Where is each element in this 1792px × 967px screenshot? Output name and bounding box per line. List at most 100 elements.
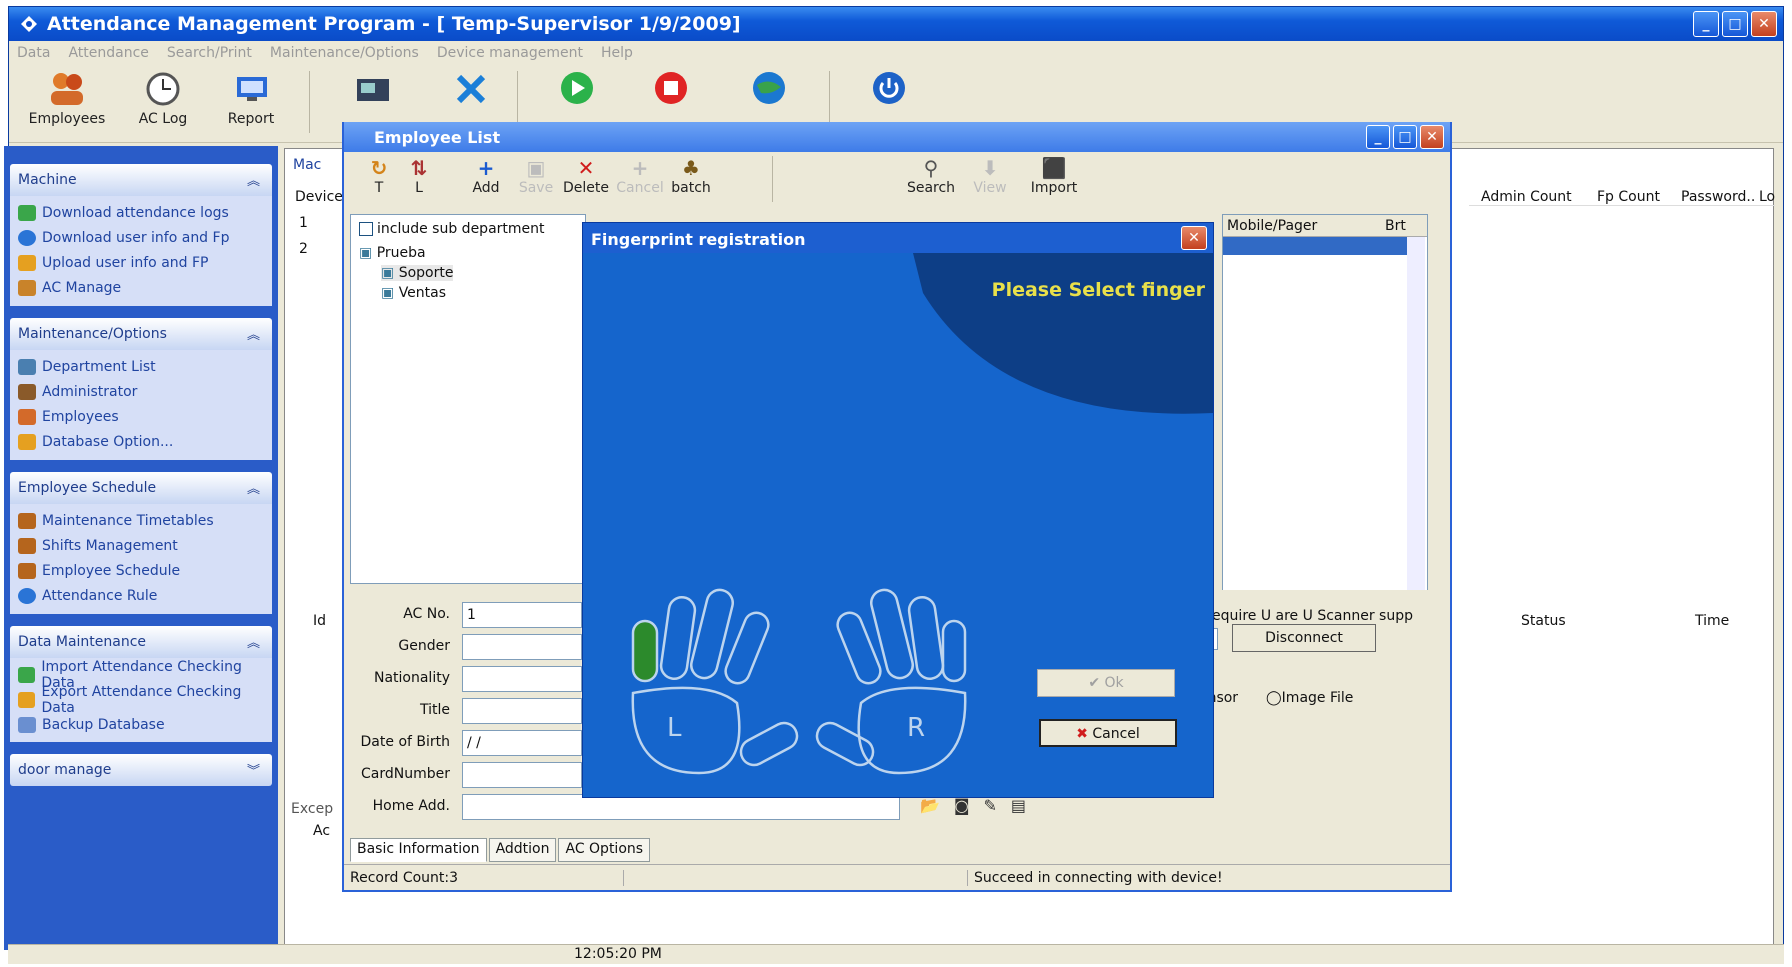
sidebar-header-door[interactable]: door manage ︾ — [10, 754, 272, 786]
menu-attendance[interactable]: Attendance — [68, 45, 148, 61]
minimize-button[interactable]: _ — [1693, 11, 1719, 37]
cancel-button[interactable]: + Cancel — [616, 156, 664, 196]
minimize-button[interactable]: _ — [1366, 125, 1390, 149]
title-field[interactable] — [462, 698, 582, 724]
right-middle-finger[interactable] — [868, 587, 915, 681]
device-row-1[interactable]: 1 — [299, 215, 308, 231]
selected-row[interactable] — [1223, 237, 1407, 255]
sidebar-item-download-user[interactable]: Download user info and Fp — [18, 225, 272, 250]
sync-button[interactable] — [727, 69, 811, 111]
disconnect-button[interactable] — [629, 69, 713, 111]
menu-data[interactable]: Data — [17, 45, 50, 61]
lo-header[interactable]: Lo — [1759, 189, 1775, 205]
sidebar-item-employee-schedule[interactable]: Employee Schedule — [18, 558, 272, 583]
cancel-button[interactable]: ✖ Cancel — [1039, 719, 1177, 747]
search-button[interactable]: ⚲ Search — [902, 156, 960, 196]
image-file-radio[interactable]: ◯Image File — [1266, 690, 1353, 706]
id-column-header[interactable]: Id — [313, 613, 326, 629]
sidebar: Machine ︽ Download attendance logs Downlo… — [4, 146, 278, 950]
birth-header[interactable]: Brt — [1385, 218, 1406, 234]
connect-button[interactable] — [535, 69, 619, 111]
ac-manage-icon — [18, 279, 36, 296]
machine-tab-label[interactable]: Mac — [293, 157, 321, 173]
device-button[interactable] — [331, 69, 415, 111]
sidebar-header-data[interactable]: Data Maintenance ︽ — [10, 626, 272, 658]
sidebar-item-backup[interactable]: Backup Database — [18, 712, 272, 737]
tab-addtion[interactable]: Addtion — [488, 838, 557, 862]
menu-help[interactable]: Help — [601, 45, 633, 61]
sidebar-item-download-logs[interactable]: Download attendance logs — [18, 200, 272, 225]
mobile-pager-header[interactable]: Mobile/Pager — [1227, 218, 1317, 234]
tree-node-ventas[interactable]: ▣ Ventas — [381, 285, 446, 301]
batch-button[interactable]: ♣ batch — [668, 156, 714, 196]
app-icon — [21, 16, 37, 32]
dialog-close-button[interactable]: ✕ — [1181, 226, 1207, 250]
collapse-icon[interactable]: ︽ — [247, 478, 260, 497]
device-column-header[interactable]: Device — [295, 189, 343, 205]
collapse-icon[interactable]: ︽ — [247, 324, 260, 343]
del-device-button[interactable] — [429, 69, 513, 111]
report-button[interactable]: Report — [209, 69, 293, 127]
left-thumb[interactable] — [736, 718, 801, 769]
password-header[interactable]: Password.. — [1681, 189, 1755, 205]
import-button[interactable]: ⬛ Import — [1030, 156, 1078, 196]
tree-node-soporte[interactable]: ▣ Soporte — [381, 265, 454, 281]
sidebar-item-shifts[interactable]: Shifts Management — [18, 533, 272, 558]
sidebar-item-ac-manage[interactable]: AC Manage — [18, 275, 272, 300]
time-column-header[interactable]: Time — [1695, 613, 1729, 629]
sidebar-header-machine[interactable]: Machine ︽ — [10, 164, 272, 196]
employees-button[interactable]: Employees — [25, 69, 109, 127]
gender-field[interactable] — [462, 634, 582, 660]
save-button[interactable]: ▣ Save — [514, 156, 558, 196]
exit-button[interactable] — [847, 69, 931, 111]
tab-ac-options[interactable]: AC Options — [558, 838, 651, 862]
add-button[interactable]: + Add — [466, 156, 506, 196]
expand-icon[interactable]: ︾ — [247, 760, 260, 779]
close-button[interactable]: ✕ — [1751, 11, 1777, 37]
ac-log-button[interactable]: AC Log — [121, 69, 205, 127]
maximize-button[interactable]: □ — [1722, 11, 1748, 37]
sidebar-item-attendance-rule[interactable]: Attendance Rule — [18, 583, 272, 608]
close-button[interactable]: ✕ — [1420, 125, 1444, 149]
sidebar-header-schedule[interactable]: Employee Schedule ︽ — [10, 472, 272, 504]
nationality-label: Nationality — [373, 670, 450, 686]
include-sub-department-checkbox[interactable]: include sub department — [359, 221, 545, 237]
view-button[interactable]: ⬇ View — [970, 156, 1010, 196]
admin-count-header[interactable]: Admin Count — [1481, 189, 1572, 205]
nationality-field[interactable] — [462, 666, 582, 692]
maximize-button[interactable]: □ — [1393, 125, 1417, 149]
sidebar-item-export-data[interactable]: Export Attendance Checking Data — [18, 684, 272, 716]
grid-scrollbar[interactable] — [1407, 237, 1425, 593]
sidebar-item-employees[interactable]: Employees — [18, 404, 272, 429]
dob-field[interactable]: / / — [462, 730, 582, 756]
collapse-icon[interactable]: ︽ — [247, 632, 260, 651]
sidebar-item-timetables[interactable]: Maintenance Timetables — [18, 508, 272, 533]
status-column-header[interactable]: Status — [1521, 613, 1566, 629]
disconnect-button[interactable]: Disconnect — [1232, 624, 1376, 652]
sidebar-item-upload-user[interactable]: Upload user info and FP — [18, 250, 272, 275]
sidebar-header-maintenance[interactable]: Maintenance/Options ︽ — [10, 318, 272, 350]
t-button[interactable]: ↻ T — [364, 156, 394, 196]
card-number-field[interactable] — [462, 762, 582, 788]
right-little-finger[interactable] — [941, 619, 967, 683]
ac-no-field[interactable]: 1 — [462, 602, 582, 628]
collapse-icon[interactable]: ︽ — [247, 170, 260, 189]
tree-node-root[interactable]: ▣ Prueba — [359, 245, 426, 261]
sidebar-item-administrator[interactable]: Administrator — [18, 379, 272, 404]
sidebar-item-database-option[interactable]: Database Option... — [18, 429, 272, 454]
left-middle-finger[interactable] — [688, 587, 735, 681]
left-little-finger[interactable] — [631, 619, 659, 683]
left-hand-label: L — [667, 713, 682, 743]
menu-device[interactable]: Device management — [437, 45, 583, 61]
delete-button[interactable]: ✕ Delete — [560, 156, 612, 196]
fp-count-header[interactable]: Fp Count — [1597, 189, 1660, 205]
device-row-2[interactable]: 2 — [299, 241, 308, 257]
title-label: Title — [419, 702, 450, 718]
ok-button[interactable]: ✔ Ok — [1037, 669, 1175, 697]
l-button[interactable]: ⇅ L — [404, 156, 434, 196]
sidebar-item-department-list[interactable]: Department List — [18, 354, 272, 379]
menu-search-print[interactable]: Search/Print — [167, 45, 252, 61]
tab-basic-information[interactable]: Basic Information — [350, 838, 487, 862]
database-icon — [18, 433, 36, 450]
menu-maintenance[interactable]: Maintenance/Options — [270, 45, 419, 61]
